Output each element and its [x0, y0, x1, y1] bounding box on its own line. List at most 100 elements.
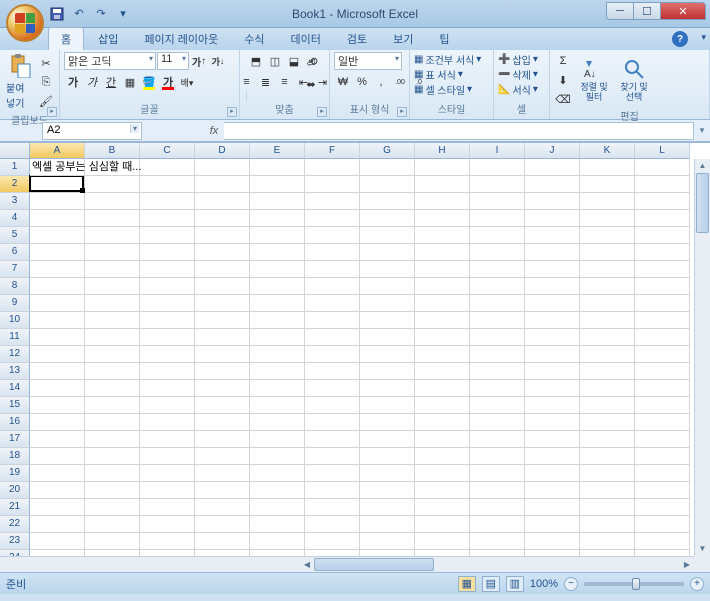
cell[interactable] — [30, 244, 85, 261]
cell[interactable] — [140, 397, 195, 414]
cell[interactable] — [85, 516, 140, 533]
cell[interactable] — [30, 363, 85, 380]
cell[interactable] — [85, 380, 140, 397]
cell[interactable] — [470, 261, 525, 278]
cell[interactable] — [525, 346, 580, 363]
cell[interactable] — [580, 193, 635, 210]
cell[interactable] — [305, 244, 360, 261]
cell[interactable] — [30, 482, 85, 499]
cell[interactable] — [580, 414, 635, 431]
cell[interactable] — [305, 295, 360, 312]
tab-view[interactable]: 보기 — [381, 28, 425, 50]
cell[interactable] — [580, 397, 635, 414]
cell[interactable] — [30, 380, 85, 397]
column-header[interactable]: F — [305, 143, 360, 159]
sort-filter-button[interactable]: A↓ 정렬 및 필터 — [576, 55, 612, 105]
cell[interactable] — [195, 414, 250, 431]
cell[interactable] — [525, 414, 580, 431]
cell[interactable] — [470, 329, 525, 346]
cell[interactable] — [85, 499, 140, 516]
select-all-corner[interactable] — [0, 143, 30, 159]
row-header[interactable]: 8 — [0, 278, 30, 295]
delete-cells-button[interactable]: ➖삭제▾ — [498, 67, 538, 82]
cell[interactable] — [470, 176, 525, 193]
cell[interactable] — [360, 193, 415, 210]
cell[interactable] — [525, 312, 580, 329]
row-header[interactable]: 15 — [0, 397, 30, 414]
cell[interactable] — [140, 482, 195, 499]
phonetic-button[interactable]: 배▾ — [178, 73, 196, 91]
cell[interactable] — [250, 516, 305, 533]
row-header[interactable]: 21 — [0, 499, 30, 516]
cell[interactable] — [525, 159, 580, 176]
cell[interactable] — [30, 227, 85, 244]
cell[interactable] — [470, 227, 525, 244]
cell[interactable] — [195, 533, 250, 550]
cell[interactable] — [85, 295, 140, 312]
cell[interactable] — [470, 193, 525, 210]
vscroll-thumb[interactable] — [696, 173, 709, 233]
cell[interactable] — [580, 346, 635, 363]
cell[interactable] — [140, 227, 195, 244]
tab-review[interactable]: 검토 — [335, 28, 379, 50]
zoom-in-button[interactable]: + — [690, 577, 704, 591]
cell[interactable] — [195, 176, 250, 193]
cell[interactable] — [250, 397, 305, 414]
cell[interactable] — [360, 329, 415, 346]
cell[interactable] — [360, 533, 415, 550]
cell[interactable] — [470, 448, 525, 465]
cell[interactable] — [635, 346, 690, 363]
cell[interactable] — [85, 363, 140, 380]
cell[interactable] — [525, 278, 580, 295]
shrink-font-button[interactable]: 가↓ — [209, 52, 227, 70]
cell[interactable] — [525, 516, 580, 533]
cell[interactable] — [580, 363, 635, 380]
cell[interactable] — [305, 312, 360, 329]
cell[interactable] — [30, 210, 85, 227]
cell[interactable] — [415, 414, 470, 431]
column-header[interactable]: L — [635, 143, 690, 159]
hscroll-thumb[interactable] — [314, 558, 434, 571]
cell[interactable] — [635, 363, 690, 380]
row-header[interactable]: 12 — [0, 346, 30, 363]
help-icon[interactable]: ? — [672, 31, 688, 47]
cell[interactable] — [250, 499, 305, 516]
cell[interactable] — [250, 159, 305, 176]
cell[interactable] — [30, 397, 85, 414]
cell-styles-button[interactable]: ▦셀 스타일▾ — [414, 82, 472, 97]
cell[interactable] — [415, 312, 470, 329]
column-header[interactable]: C — [140, 143, 195, 159]
cell[interactable] — [470, 295, 525, 312]
cell[interactable] — [525, 397, 580, 414]
cell[interactable] — [415, 516, 470, 533]
cell[interactable] — [30, 176, 85, 193]
cell[interactable] — [195, 329, 250, 346]
cell[interactable] — [360, 397, 415, 414]
cell[interactable] — [635, 516, 690, 533]
tab-tip[interactable]: 팁 — [427, 28, 461, 50]
border-button[interactable]: ▦ — [121, 73, 139, 91]
vertical-scrollbar[interactable]: ▲ ▼ — [694, 159, 710, 556]
grow-font-button[interactable]: 가↑ — [190, 52, 208, 70]
cell[interactable] — [415, 278, 470, 295]
cell[interactable] — [415, 499, 470, 516]
cell[interactable] — [85, 465, 140, 482]
cell[interactable] — [195, 244, 250, 261]
cell[interactable] — [195, 278, 250, 295]
cell[interactable] — [525, 244, 580, 261]
column-header[interactable]: K — [580, 143, 635, 159]
cell[interactable] — [360, 176, 415, 193]
cell[interactable] — [360, 363, 415, 380]
merge-center-button[interactable]: ⬌ — [299, 75, 323, 93]
cell[interactable] — [580, 516, 635, 533]
cell[interactable] — [470, 414, 525, 431]
cell[interactable] — [635, 244, 690, 261]
cell[interactable] — [250, 363, 305, 380]
alignment-dialog-launcher[interactable]: ▸ — [317, 107, 327, 117]
cell[interactable] — [195, 312, 250, 329]
clear-button[interactable]: ⌫ — [554, 90, 572, 108]
column-header[interactable]: D — [195, 143, 250, 159]
cell[interactable] — [195, 227, 250, 244]
scroll-right-icon[interactable]: ▶ — [680, 557, 694, 572]
cell[interactable] — [580, 499, 635, 516]
